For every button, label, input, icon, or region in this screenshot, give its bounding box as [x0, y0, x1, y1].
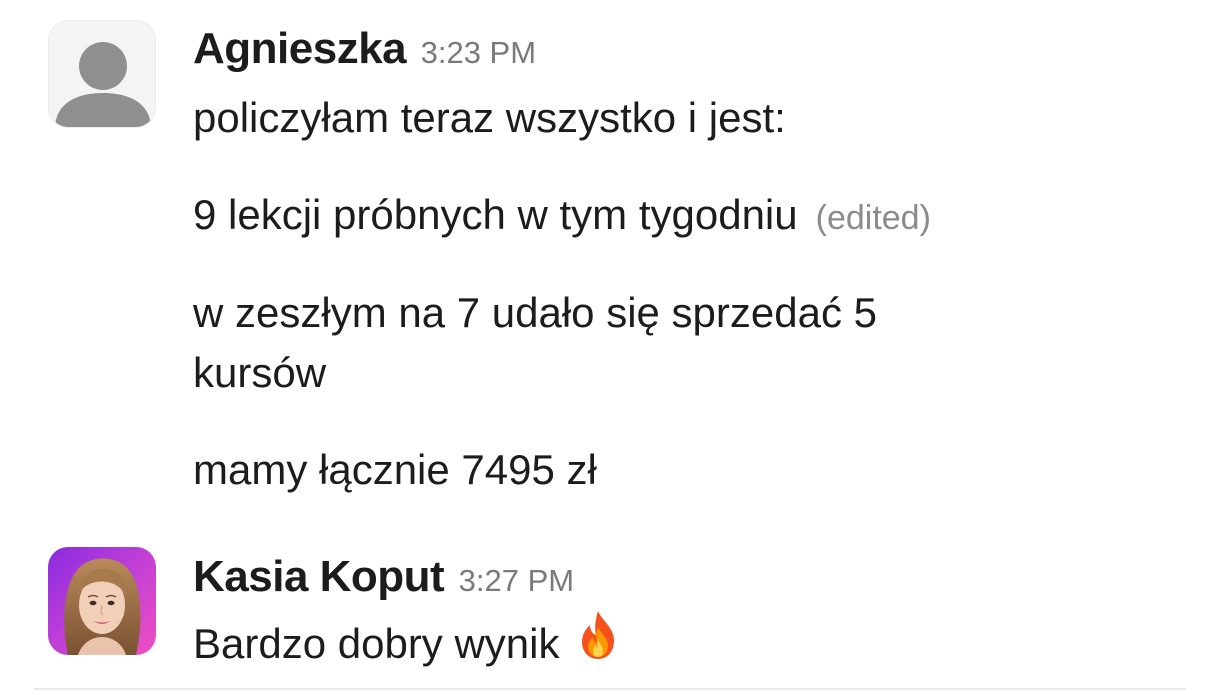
timestamp[interactable]: 3:27 PM: [459, 563, 574, 598]
message-text: 9 lekcji próbnych w tym tygodniu: [193, 191, 798, 238]
message-line: Bardzo dobry wynik: [193, 611, 622, 681]
message-line: mamy łącznie 7495 zł: [193, 446, 597, 493]
edited-label: (edited): [815, 199, 931, 237]
message-header: Kasia Koput 3:27 PM: [193, 552, 574, 602]
message-line: kursów: [193, 349, 327, 396]
message-text: Bardzo dobry wynik: [193, 620, 560, 668]
avatar[interactable]: [48, 20, 156, 128]
message-agnieszka[interactable]: Agnieszka 3:23 PM policzyłam teraz wszys…: [0, 0, 1206, 530]
message-line: policzyłam teraz wszystko i jest:: [193, 94, 786, 141]
message-kasia-koput[interactable]: Kasia Koput 3:27 PM Bardzo dobry wynik: [0, 530, 1206, 690]
message-line-edited: 9 lekcji próbnych w tym tygodniu (edited): [193, 185, 931, 248]
default-user-icon: [55, 42, 151, 127]
timestamp[interactable]: 3:23 PM: [421, 35, 536, 70]
user-photo: [64, 558, 141, 655]
fire-icon: [574, 609, 622, 677]
avatar[interactable]: [48, 547, 156, 655]
message-header: Agnieszka 3:23 PM: [193, 24, 536, 74]
divider: [34, 688, 1186, 690]
message-line: w zeszłym na 7 udało się sprzedać 5: [193, 289, 877, 336]
author-name[interactable]: Kasia Koput: [193, 552, 445, 601]
author-name[interactable]: Agnieszka: [193, 24, 407, 73]
